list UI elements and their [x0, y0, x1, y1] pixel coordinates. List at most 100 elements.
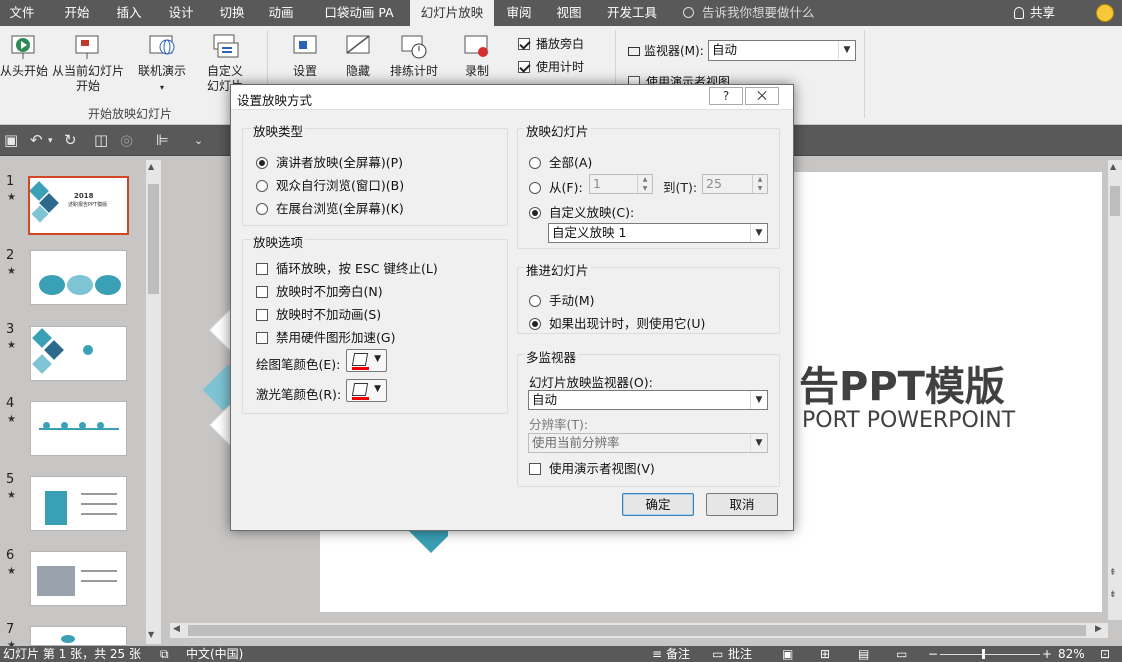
slide-horizontal-scrollbar[interactable]: ◀ ▶	[170, 623, 1108, 638]
kiosk-fullscreen-radio[interactable]: 在展台浏览(全屏幕)(K)	[256, 198, 404, 217]
customize-toolbar-icon[interactable]: ⌄	[194, 134, 203, 147]
tab-insert[interactable]: 插入	[106, 0, 152, 26]
no-narration-checkbox[interactable]: 放映时不加旁白(N)	[256, 281, 383, 300]
custom-show-radio[interactable]: 自定义放映(C):	[529, 202, 634, 221]
presenter-view-checkbox[interactable]: 使用演示者视图(V)	[529, 458, 655, 477]
share-button[interactable]: 共享	[1014, 0, 1055, 26]
online-present-button[interactable]: 联机演示 ▾	[134, 32, 190, 95]
from-start-quick-icon[interactable]: ◫	[94, 131, 108, 149]
record-slideshow-button[interactable]: 录制	[452, 32, 502, 79]
comments-button[interactable]: 批注	[728, 646, 752, 662]
slide-title[interactable]: 告PPT模版	[799, 354, 1005, 412]
play-narration-checkbox[interactable]: 播放旁白	[518, 35, 584, 52]
zoom-out-icon[interactable]: −	[928, 646, 938, 662]
from-radio[interactable]: 从(F):	[529, 177, 583, 196]
ribbon-monitor-select[interactable]: 自动 ▼	[708, 40, 856, 61]
zoom-slider[interactable]	[940, 654, 1040, 655]
zoom-level[interactable]: 82%	[1058, 646, 1085, 662]
all-slides-radio[interactable]: 全部(A)	[529, 152, 592, 171]
tab-transitions[interactable]: 切换	[209, 0, 255, 26]
from-spinner[interactable]: 1 ▲ ▼	[589, 174, 653, 194]
tab-view[interactable]: 视图	[548, 0, 590, 26]
fit-to-window-icon[interactable]: ⊡	[1100, 646, 1110, 662]
color-swatch-red	[352, 367, 369, 370]
slideshow-monitor-select[interactable]: 自动 ▼	[528, 390, 768, 410]
redo-icon[interactable]: ↻	[64, 131, 77, 149]
rehearse-timings-button[interactable]: 排练计时	[386, 32, 442, 79]
align-icon[interactable]: ⊫	[156, 131, 169, 149]
tab-design[interactable]: 设计	[158, 0, 204, 26]
spin-up-icon[interactable]: ▲	[637, 175, 652, 184]
spin-down-icon[interactable]: ▼	[752, 184, 767, 193]
thumbnail-scrollbar[interactable]: ▲ ▼	[146, 160, 161, 644]
cancel-button[interactable]: 取消	[706, 493, 778, 516]
use-timings-checkbox[interactable]: 使用计时	[518, 58, 584, 75]
from-beginning-button[interactable]: 从头开始	[0, 32, 50, 79]
hide-slide-button[interactable]: 隐藏	[336, 32, 380, 79]
normal-view-icon[interactable]: ▣	[782, 646, 793, 662]
zoom-in-icon[interactable]: +	[1042, 646, 1052, 662]
save-icon[interactable]: ▣	[4, 131, 18, 149]
to-spinner[interactable]: 25 ▲ ▼	[702, 174, 768, 194]
tab-slideshow[interactable]: 幻灯片放映	[410, 0, 494, 26]
slideshow-view-icon[interactable]: ▭	[896, 646, 907, 662]
zoom-slider-thumb[interactable]	[982, 649, 985, 659]
close-icon[interactable]: ⨉	[745, 87, 779, 105]
no-animation-checkbox[interactable]: 放映时不加动画(S)	[256, 304, 381, 323]
use-timings-radio[interactable]: 如果出现计时，则使用它(U)	[529, 313, 705, 332]
scroll-left-icon[interactable]: ◀	[173, 624, 180, 634]
setup-slideshow-button[interactable]: 设置	[280, 32, 330, 79]
scroll-down-icon[interactable]: ▼	[148, 630, 154, 639]
laser-color-picker[interactable]: ▼	[346, 379, 387, 402]
scroll-thumb[interactable]	[188, 625, 1086, 636]
audience-window-radio[interactable]: 观众自行浏览(窗口)(B)	[256, 175, 404, 194]
tab-home[interactable]: 开始	[54, 0, 100, 26]
tab-pocket-animation[interactable]: 口袋动画 PA	[318, 0, 400, 26]
help-button[interactable]: ?	[709, 87, 743, 105]
language-status[interactable]: 中文(中国)	[186, 646, 243, 662]
ok-button[interactable]: 确定	[622, 493, 694, 516]
slide-subtitle[interactable]: PORT POWERPOINT	[802, 408, 1015, 433]
comments-icon[interactable]: ▭	[712, 646, 723, 662]
scroll-thumb[interactable]	[148, 184, 159, 294]
to-value: 25	[706, 176, 722, 191]
spellcheck-icon[interactable]: ⧉	[160, 646, 172, 662]
tab-developer[interactable]: 开发工具	[598, 0, 666, 26]
undo-dropdown-icon[interactable]: ▾	[48, 136, 53, 146]
slide-thumbnail-6[interactable]	[30, 551, 127, 606]
notes-button[interactable]: 备注	[666, 646, 690, 662]
notes-icon[interactable]: ≡	[652, 646, 662, 662]
feedback-smiley-icon[interactable]	[1096, 4, 1114, 22]
slide-thumbnail-2[interactable]	[30, 250, 127, 305]
from-current-button[interactable]: 从当前幻灯片 开始	[50, 32, 126, 94]
spin-down-icon[interactable]: ▼	[637, 184, 652, 193]
spin-up-icon[interactable]: ▲	[752, 175, 767, 184]
slide-sorter-icon[interactable]: ⊞	[820, 646, 830, 662]
scroll-up-icon[interactable]: ▲	[1110, 162, 1116, 171]
undo-icon[interactable]: ↶	[30, 131, 43, 149]
slide-thumbnail-3[interactable]	[30, 326, 127, 381]
manual-radio[interactable]: 手动(M)	[529, 290, 595, 309]
loop-checkbox[interactable]: 循环放映，按 ESC 键终止(L)	[256, 258, 438, 277]
scroll-right-icon[interactable]: ▶	[1095, 624, 1102, 634]
dialog-titlebar[interactable]: 设置放映方式 ? ⨉	[231, 85, 793, 110]
pen-color-picker[interactable]: ▼	[346, 349, 387, 372]
next-slide-icon[interactable]: ⇟	[1109, 590, 1117, 600]
slide-thumbnail-7[interactable]	[30, 626, 127, 646]
slide-vertical-scrollbar[interactable]: ▲ ⇞ ⇟	[1108, 160, 1122, 620]
reading-view-icon[interactable]: ▤	[858, 646, 869, 662]
previous-slide-icon[interactable]: ⇞	[1109, 568, 1117, 578]
tab-file[interactable]: 文件	[0, 0, 44, 26]
tab-animations[interactable]: 动画	[258, 0, 304, 26]
slide-thumbnail-4[interactable]	[30, 401, 127, 456]
scroll-up-icon[interactable]: ▲	[148, 162, 154, 171]
shapes-icon[interactable]: ◎	[120, 131, 133, 149]
tab-review[interactable]: 审阅	[498, 0, 540, 26]
scroll-thumb[interactable]	[1110, 186, 1120, 216]
presenter-fullscreen-radio[interactable]: 演讲者放映(全屏幕)(P)	[256, 152, 403, 171]
slide-thumbnail-5[interactable]	[30, 476, 127, 531]
custom-show-select[interactable]: 自定义放映 1 ▼	[548, 223, 768, 243]
tell-me-search[interactable]: 告诉我你想要做什么	[683, 0, 815, 26]
slide-thumbnail-1[interactable]: 2018 述职报告PPT模版	[28, 176, 129, 235]
disable-hw-accel-checkbox[interactable]: 禁用硬件图形加速(G)	[256, 327, 395, 346]
